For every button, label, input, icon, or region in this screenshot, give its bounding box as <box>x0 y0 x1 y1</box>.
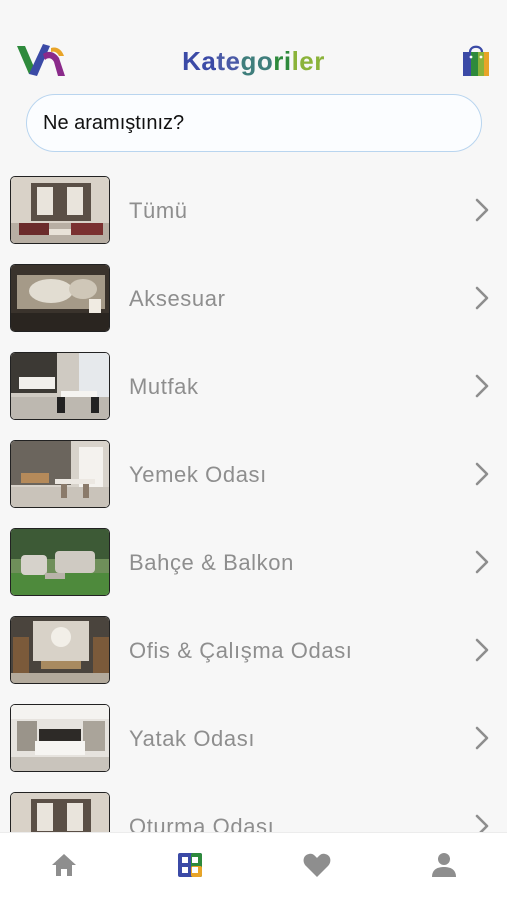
category-thumbnail <box>10 528 110 596</box>
chevron-right-icon <box>475 814 489 832</box>
title-part: ri <box>273 46 292 76</box>
tab-home[interactable] <box>48 849 80 881</box>
status-bar <box>0 0 507 30</box>
category-row-oturma-odasi[interactable]: Oturma Odası <box>0 782 507 832</box>
search-field[interactable] <box>26 94 482 152</box>
category-label: Bahçe & Balkon <box>129 550 294 575</box>
chevron-right-icon <box>475 286 489 310</box>
category-label: Mutfak <box>129 374 199 399</box>
category-row-yatak-odasi[interactable]: Yatak Odası <box>0 694 507 782</box>
category-label: Yemek Odası <box>129 462 267 487</box>
category-label: Yatak Odası <box>129 726 256 751</box>
category-list: Tümü Aksesuar Mutfak Yemek Odası Bahçe &… <box>0 166 507 832</box>
tab-profile[interactable] <box>428 849 460 881</box>
tab-favorites[interactable] <box>301 849 333 881</box>
category-row-tumu[interactable]: Tümü <box>0 166 507 254</box>
category-thumbnail <box>10 616 110 684</box>
category-row-yemek-odasi[interactable]: Yemek Odası <box>0 430 507 518</box>
title-part: te <box>216 46 241 76</box>
category-label: Aksesuar <box>129 286 226 311</box>
profile-icon <box>432 853 456 877</box>
category-label: Tümü <box>129 198 188 223</box>
category-thumbnail <box>10 440 110 508</box>
category-thumbnail <box>10 352 110 420</box>
app-header: Kategoriler <box>0 36 507 86</box>
category-label: Ofis & Çalışma Odası <box>129 638 353 663</box>
chevron-right-icon <box>475 462 489 486</box>
title-part: Ka <box>182 46 217 76</box>
category-thumbnail <box>10 264 110 332</box>
shopping-bag-button[interactable] <box>461 42 491 78</box>
category-row-bahce-balkon[interactable]: Bahçe & Balkon <box>0 518 507 606</box>
title-part: ler <box>291 46 325 76</box>
categories-icon <box>178 853 202 877</box>
tab-categories[interactable] <box>174 849 206 881</box>
category-label: Oturma Odası <box>129 814 275 832</box>
shopping-bag-icon <box>463 45 489 76</box>
search-input[interactable] <box>43 111 465 135</box>
chevron-right-icon <box>475 198 489 222</box>
chevron-right-icon <box>475 374 489 398</box>
category-thumbnail <box>10 176 110 244</box>
chevron-right-icon <box>475 550 489 574</box>
heart-icon <box>303 853 331 877</box>
category-thumbnail <box>10 704 110 772</box>
category-row-aksesuar[interactable]: Aksesuar <box>0 254 507 342</box>
title-part: go <box>240 46 274 76</box>
category-row-ofis-calisma-odasi[interactable]: Ofis & Çalışma Odası <box>0 606 507 694</box>
chevron-right-icon <box>475 726 489 750</box>
chevron-right-icon <box>475 638 489 662</box>
home-icon <box>52 854 76 876</box>
category-row-mutfak[interactable]: Mutfak <box>0 342 507 430</box>
category-thumbnail <box>10 792 110 832</box>
bottom-tab-bar <box>0 832 507 900</box>
page-title: Kategoriler <box>0 46 507 77</box>
